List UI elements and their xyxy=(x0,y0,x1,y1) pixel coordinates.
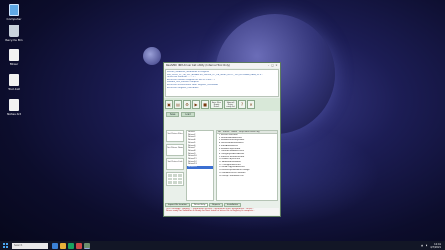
desktop-icon-label: Recycle Bin xyxy=(5,38,23,42)
log-output[interactable]: Version_Validation_Installation in Progr… xyxy=(165,69,279,97)
file-icon xyxy=(9,99,19,111)
minimize-button[interactable]: – xyxy=(267,64,270,67)
start-button[interactable] xyxy=(3,243,8,248)
driver-keypad[interactable] xyxy=(166,172,184,186)
window-titlebar[interactable]: RealVNC IRM-driver bat utility (Internal… xyxy=(164,63,280,68)
close-button[interactable]: × xyxy=(275,64,278,67)
monitor-icon xyxy=(9,4,19,16)
recycle-bin-icon xyxy=(9,25,19,37)
section-tabs: Save Load xyxy=(164,111,280,118)
stop-button[interactable]: ■ xyxy=(201,100,209,109)
file-icon xyxy=(9,49,19,61)
file-icon xyxy=(9,74,19,86)
column-header[interactable]: Help Nova Verke log xyxy=(238,131,260,133)
set-driver-files-button[interactable]: Set Driver Files xyxy=(166,130,184,142)
wallpaper-moon xyxy=(143,47,161,65)
file-explorer-icon[interactable] xyxy=(60,242,66,249)
app-icon[interactable] xyxy=(76,242,82,249)
desktop-icon-label: Tool.bat xyxy=(8,87,20,91)
set-driver-link-button[interactable]: Set Driver Link xyxy=(166,158,184,170)
exit-button[interactable]: ✕ xyxy=(247,100,255,109)
driver-list[interactable]: Driver1 Driver2 Driver3 Driver4 Driver5 Drive… xyxy=(186,130,214,201)
bottom-tab[interactable]: Import file location xyxy=(165,203,190,207)
clock[interactable]: 12:41 4/7/2021 xyxy=(430,243,441,249)
run-button[interactable]: ▶ xyxy=(192,100,200,109)
taskbar: Search ▲ ◖ 12:41 4/7/2021 xyxy=(0,241,445,250)
window-body: Set Driver Files Set Driver Data Set Dri… xyxy=(165,129,279,202)
driver-list-item[interactable]: Driver14 xyxy=(187,166,213,169)
column-header[interactable]: Name xyxy=(230,131,238,133)
desktop-icon-file-3[interactable]: Notes.txt xyxy=(3,99,25,116)
save-files-ready-driver-button[interactable]: Save Files Ready Driver xyxy=(210,100,223,109)
help-button[interactable]: ? xyxy=(238,100,246,109)
task-row[interactable]: 16 Setup Command Line xyxy=(217,175,277,178)
desktop-icon-recycle-bin[interactable]: Recycle Bin xyxy=(3,25,25,42)
clock-date: 4/7/2021 xyxy=(430,245,441,249)
task-view-icon[interactable] xyxy=(52,242,58,249)
open-button[interactable]: ▣ xyxy=(165,100,173,109)
set-driver-data-button[interactable]: Set Driver Data xyxy=(166,144,184,156)
bottom-tab[interactable]: Driver Help xyxy=(190,203,209,207)
show-driver-list-button[interactable]: Show all Driver ready list xyxy=(224,100,237,109)
desktop-icon-file-2[interactable]: Tool.bat xyxy=(3,74,25,91)
bottom-tab[interactable]: Installation xyxy=(223,203,241,207)
tab-save[interactable]: Save xyxy=(166,112,180,117)
column-header[interactable]: Status xyxy=(222,131,230,133)
bottom-tabs: Import file location Driver Help Reports In… xyxy=(165,203,241,207)
desktop-icon-computer[interactable]: Computer xyxy=(3,4,25,21)
system-tray: ▲ ◖ 12:41 4/7/2021 xyxy=(421,243,445,249)
app-window[interactable]: RealVNC IRM-driver bat utility (Internal… xyxy=(163,62,281,217)
browser-icon[interactable] xyxy=(68,242,74,249)
left-pane: Set Driver Files Set Driver Data Set Dri… xyxy=(165,129,185,202)
desktop-icon-file-1[interactable]: Mixer xyxy=(3,49,25,66)
tab-load[interactable]: Load xyxy=(181,112,195,117)
desktop-icon-label: Computer xyxy=(6,17,22,21)
desktop-icon-label: Notes.txt xyxy=(7,112,21,116)
status-line: Driver ready for Validation & Ready for … xyxy=(166,210,255,213)
taskbar-search-input[interactable]: Search xyxy=(12,242,48,249)
task-list-pane[interactable]: NR Status Name Help Nova Verke log 1 Sec… xyxy=(216,130,278,201)
log-line: driver.exe /Register_User(BINB) xyxy=(167,86,199,89)
folder-icon-button[interactable]: ▤ xyxy=(174,100,182,109)
task-rows: 1 SecureCollection 2 FormatHardwareMax 3 V… xyxy=(217,134,277,177)
active-app-icon[interactable] xyxy=(84,242,90,249)
window-title: RealVNC IRM-driver bat utility (Internal… xyxy=(166,64,231,67)
desktop-icon-label: Mixer xyxy=(9,62,19,66)
status-bar: TEST Message: Loading ... Installation s… xyxy=(165,208,279,215)
maximize-button[interactable]: □ xyxy=(271,64,274,67)
settings-button[interactable]: ⚙ xyxy=(183,100,191,109)
bottom-tab[interactable]: Reports xyxy=(209,203,223,207)
network-icon[interactable]: ▲ xyxy=(421,244,423,247)
volume-icon[interactable]: ◖ xyxy=(426,244,427,247)
main-toolbar: ▣ ▤ ⚙ ▶ ■ Save Files Ready Driver Show a… xyxy=(164,98,280,111)
